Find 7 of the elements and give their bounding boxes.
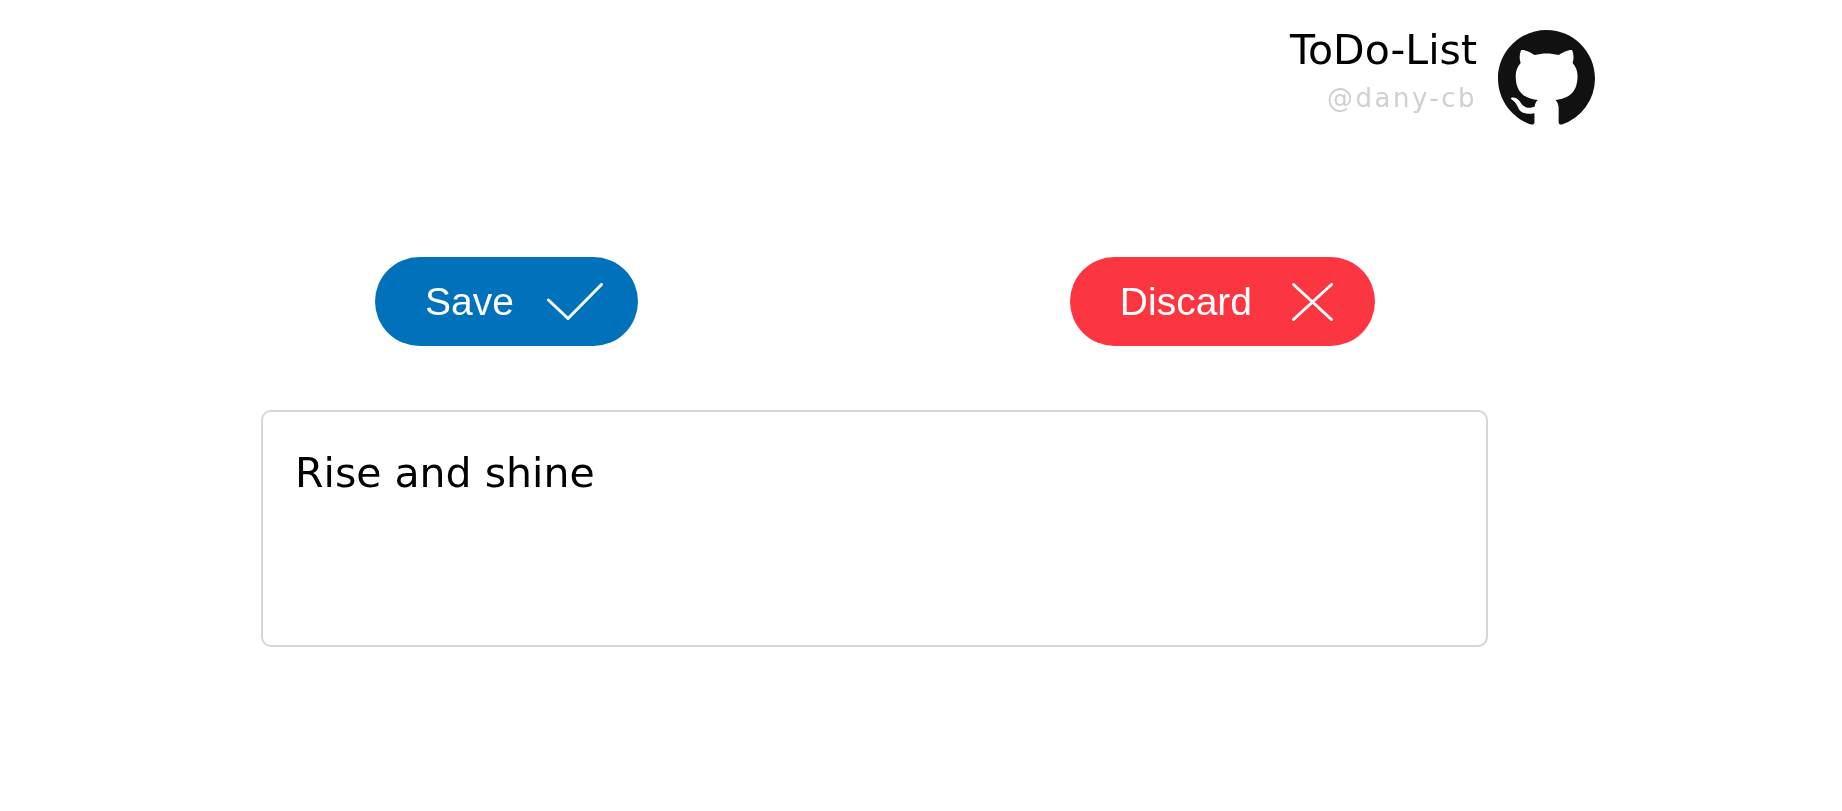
close-icon (1292, 282, 1333, 321)
cat-logo-icon[interactable] (1498, 30, 1595, 127)
app-title: ToDo-List (1289, 30, 1477, 71)
discard-button[interactable]: Discard (1069, 257, 1375, 346)
note-text-field[interactable]: Rise and shine (261, 410, 1488, 647)
save-button[interactable]: Save (375, 257, 638, 346)
check-icon (546, 283, 603, 320)
